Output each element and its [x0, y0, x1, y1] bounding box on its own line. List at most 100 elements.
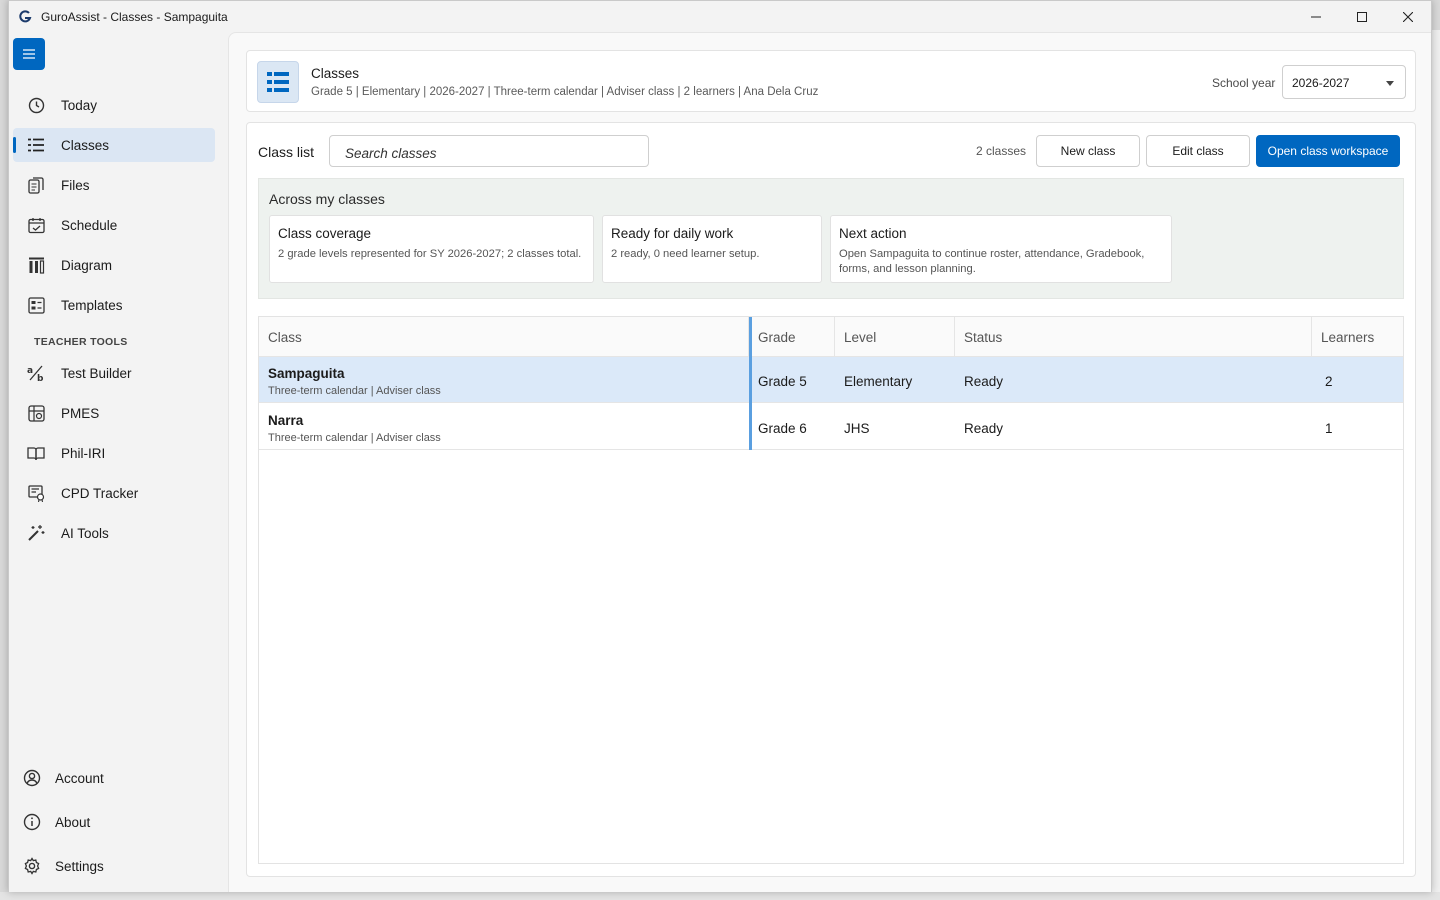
- sidebar-footer: Account About Settings: [13, 760, 215, 892]
- templates-icon: [27, 296, 45, 314]
- status-cell: Ready: [964, 421, 1004, 436]
- background-taskbar: [0, 892, 1440, 900]
- sidebar-item-label: Schedule: [61, 217, 118, 233]
- sidebar: Today Classes Files Schedule Diagram Tem…: [9, 32, 228, 892]
- maximize-button[interactable]: [1339, 1, 1385, 32]
- sidebar-nav: Today Classes Files Schedule Diagram Tem…: [13, 88, 215, 556]
- page-header: Classes Grade 5 | Elementary | 2026-2027…: [246, 50, 1416, 112]
- column-header-class[interactable]: Class: [259, 317, 749, 357]
- book-icon: [27, 444, 45, 462]
- classes-table: Class Grade Level Status Learners Sampag…: [258, 316, 1404, 864]
- window-title: GuroAssist - Classes - Sampaguita: [41, 9, 228, 24]
- sidebar-item-label: Settings: [55, 858, 104, 874]
- search-input[interactable]: Search classes: [329, 135, 649, 167]
- sidebar-item-account[interactable]: Account: [13, 760, 215, 796]
- minimize-button[interactable]: [1293, 1, 1339, 32]
- sidebar-item-label: About: [55, 814, 91, 830]
- grade-cell: Grade 6: [758, 421, 807, 436]
- class-list-panel: Class list Search classes 2 classes New …: [246, 122, 1416, 877]
- sidebar-item-classes[interactable]: Classes: [13, 128, 215, 162]
- section-title-teacher-tools: TEACHER TOOLS: [34, 336, 128, 348]
- class-list-label: Class list: [258, 144, 315, 160]
- sidebar-item-about[interactable]: About: [13, 804, 215, 840]
- page-title: Classes: [311, 66, 360, 81]
- sidebar-item-label: Classes: [61, 137, 110, 153]
- info-icon: [23, 813, 41, 831]
- sidebar-item-cpd-tracker[interactable]: CPD Tracker: [13, 476, 215, 510]
- summary-card-text: 2 ready, 0 need learner setup.: [611, 248, 760, 260]
- summary-card-class-coverage: Class coverage 2 grade levels represente…: [269, 215, 594, 283]
- school-year-value: 2026-2027: [1292, 76, 1350, 90]
- svg-text:b: b: [37, 374, 44, 382]
- test-builder-icon: ab: [27, 364, 45, 382]
- sidebar-item-label: Test Builder: [61, 365, 132, 381]
- gear-icon: [23, 857, 41, 875]
- title-bar: GuroAssist - Classes - Sampaguita: [9, 1, 1431, 32]
- pmes-icon: [27, 404, 45, 422]
- class-name: Narra: [268, 413, 304, 428]
- learners-cell: 1: [1325, 421, 1333, 436]
- level-cell: Elementary: [844, 374, 913, 389]
- hamburger-icon: [23, 49, 35, 59]
- summary-card-title: Next action: [839, 226, 907, 241]
- sidebar-item-label: Diagram: [61, 257, 113, 273]
- sidebar-item-label: PMES: [61, 405, 100, 421]
- learners-cell: 2: [1325, 374, 1333, 389]
- app-logo-icon: [17, 9, 33, 25]
- summary-card-next-action: Next action Open Sampaguita to continue …: [830, 215, 1172, 283]
- sidebar-item-phil-iri[interactable]: Phil-IRI: [13, 436, 215, 470]
- sidebar-item-settings[interactable]: Settings: [13, 848, 215, 884]
- sidebar-item-today[interactable]: Today: [13, 88, 215, 122]
- summary-card-text: 2 grade levels represented for SY 2026-2…: [278, 248, 582, 260]
- table-list-icon: [257, 61, 299, 103]
- sidebar-item-label: CPD Tracker: [61, 485, 139, 501]
- magic-wand-icon: [27, 524, 45, 542]
- summary-card-ready: Ready for daily work 2 ready, 0 need lea…: [602, 215, 822, 283]
- school-year-label: School year: [1212, 76, 1276, 90]
- column-header-status[interactable]: Status: [955, 317, 1312, 357]
- files-icon: [27, 176, 45, 194]
- calendar-icon: [27, 216, 45, 234]
- summary-card-text: Open Sampaguita to continue roster, atte…: [839, 248, 1145, 275]
- clock-icon: [27, 96, 45, 114]
- app-window: GuroAssist - Classes - Sampaguita Today: [8, 0, 1432, 892]
- menu-toggle-button[interactable]: [13, 38, 45, 70]
- sidebar-item-files[interactable]: Files: [13, 168, 215, 202]
- page-subtitle: Grade 5 | Elementary | 2026-2027 | Three…: [311, 86, 819, 98]
- sidebar-item-label: AI Tools: [61, 525, 109, 541]
- diagram-icon: [27, 256, 45, 274]
- class-details: Three-term calendar | Adviser class: [268, 385, 441, 397]
- sidebar-item-templates[interactable]: Templates: [13, 288, 215, 322]
- sidebar-item-ai-tools[interactable]: AI Tools: [13, 516, 215, 550]
- class-name: Sampaguita: [268, 366, 345, 381]
- table-row[interactable]: Narra Three-term calendar | Adviser clas…: [259, 404, 1403, 450]
- new-class-button[interactable]: New class: [1036, 135, 1140, 167]
- sidebar-item-diagram[interactable]: Diagram: [13, 248, 215, 282]
- frozen-column-divider[interactable]: [749, 317, 752, 450]
- across-my-classes: Across my classes Class coverage 2 grade…: [258, 178, 1404, 299]
- sidebar-item-label: Files: [61, 177, 90, 193]
- sidebar-item-schedule[interactable]: Schedule: [13, 208, 215, 242]
- column-header-grade[interactable]: Grade: [749, 317, 835, 357]
- school-year-dropdown[interactable]: 2026-2027: [1282, 65, 1406, 99]
- sidebar-item-test-builder[interactable]: ab Test Builder: [13, 356, 215, 390]
- edit-class-button[interactable]: Edit class: [1146, 135, 1250, 167]
- sidebar-item-label: Account: [55, 770, 104, 786]
- class-count: 2 classes: [976, 144, 1027, 158]
- table-row[interactable]: Sampaguita Three-term calendar | Adviser…: [259, 357, 1403, 403]
- class-details: Three-term calendar | Adviser class: [268, 432, 441, 444]
- column-header-level[interactable]: Level: [835, 317, 955, 357]
- sidebar-item-label: Phil-IRI: [61, 445, 106, 461]
- column-header-learners[interactable]: Learners: [1312, 317, 1405, 357]
- svg-text:a: a: [27, 366, 33, 376]
- caret-down-icon: [1386, 81, 1394, 86]
- sidebar-item-label: Templates: [61, 297, 123, 313]
- open-class-workspace-button[interactable]: Open class workspace: [1256, 135, 1400, 167]
- summary-card-title: Ready for daily work: [611, 226, 734, 241]
- sidebar-item-pmes[interactable]: PMES: [13, 396, 215, 430]
- summary-card-title: Class coverage: [278, 226, 372, 241]
- account-icon: [23, 769, 41, 787]
- main-content: Classes Grade 5 | Elementary | 2026-2027…: [228, 32, 1431, 892]
- status-cell: Ready: [964, 374, 1004, 389]
- close-button[interactable]: [1385, 1, 1431, 32]
